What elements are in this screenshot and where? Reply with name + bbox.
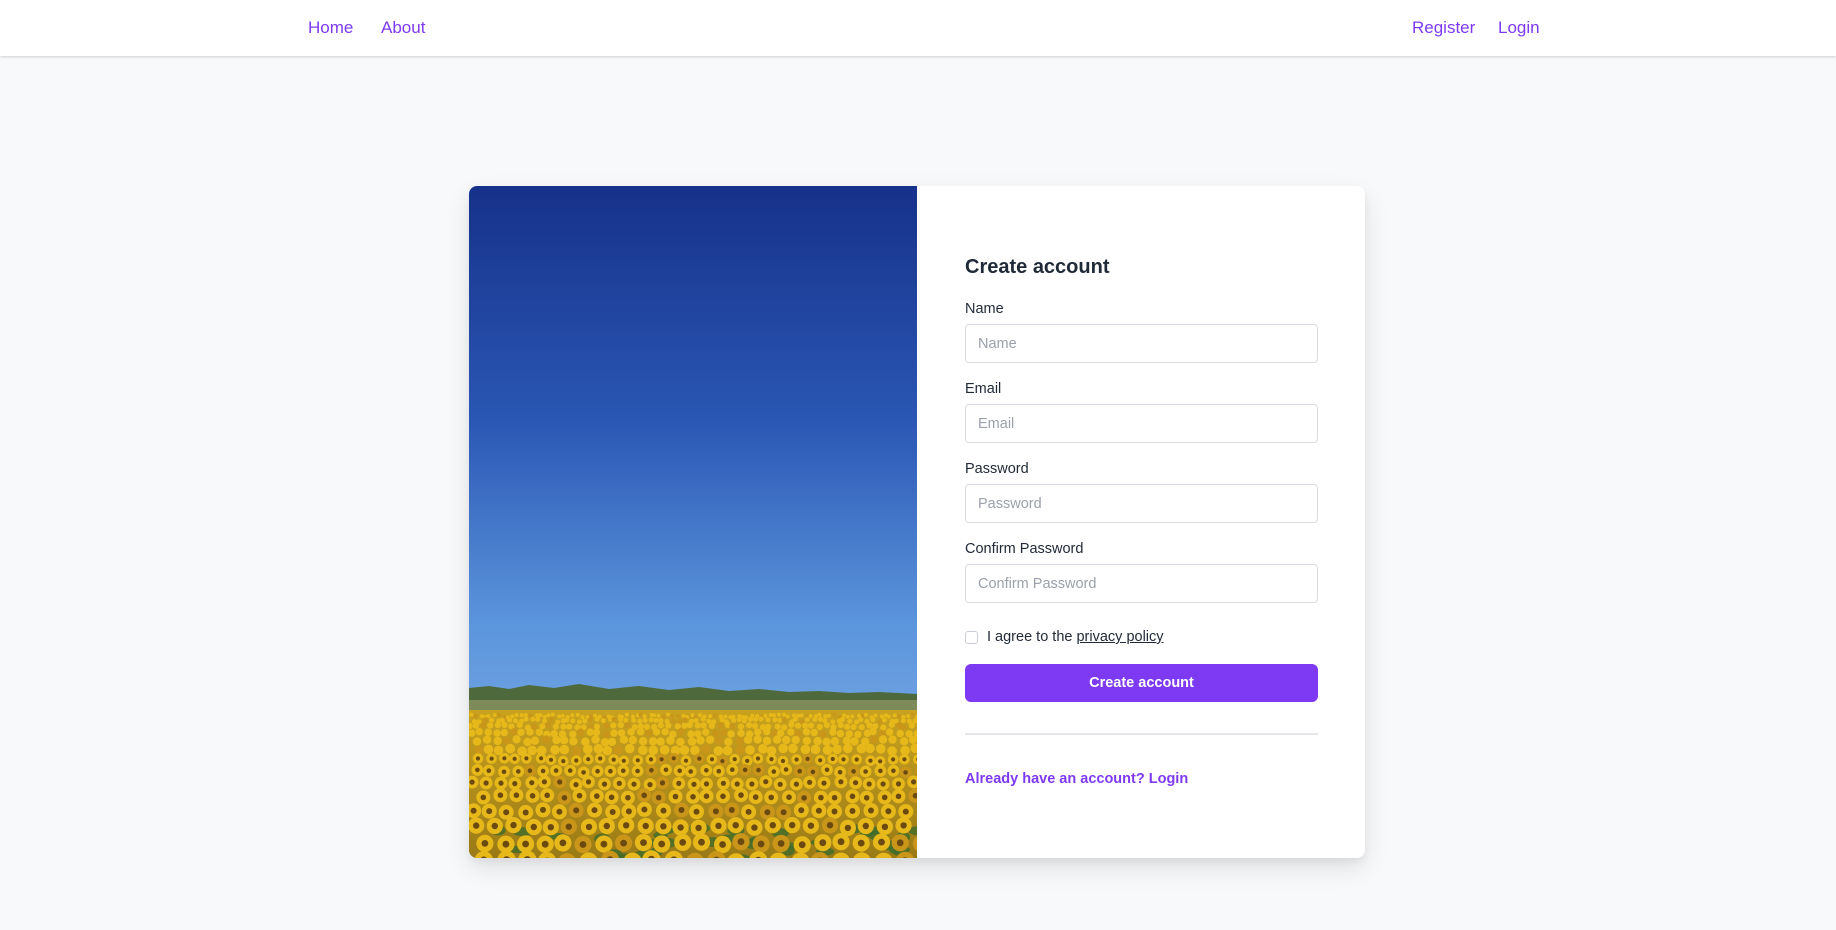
agree-prefix-text: I agree to the xyxy=(987,629,1077,645)
privacy-agreement-text: I agree to the privacy policy xyxy=(987,629,1164,645)
register-card: Create account Name Email Password Confi… xyxy=(469,186,1365,858)
login-link[interactable]: Already have an account? Login xyxy=(965,771,1188,787)
password-label: Password xyxy=(965,461,1029,477)
confirm-password-label: Confirm Password xyxy=(965,541,1084,557)
divider xyxy=(965,733,1318,735)
privacy-checkbox[interactable] xyxy=(965,631,978,644)
confirm-password-input[interactable] xyxy=(965,564,1318,603)
name-input[interactable] xyxy=(965,324,1318,363)
nav-about-link[interactable]: About xyxy=(381,18,425,38)
privacy-policy-link[interactable]: privacy policy xyxy=(1076,629,1163,645)
sunflower-field-image xyxy=(469,186,917,858)
nav-home-link[interactable]: Home xyxy=(308,18,353,38)
name-label: Name xyxy=(965,301,1004,317)
top-navbar: Home About Register Login xyxy=(0,0,1836,56)
email-input[interactable] xyxy=(965,404,1318,443)
register-form: Create account Name Email Password Confi… xyxy=(917,186,1365,858)
email-label: Email xyxy=(965,381,1002,397)
nav-register-link[interactable]: Register xyxy=(1412,18,1475,38)
password-input[interactable] xyxy=(965,484,1318,523)
create-account-button[interactable]: Create account xyxy=(965,664,1318,702)
form-title: Create account xyxy=(965,256,1110,278)
nav-login-link[interactable]: Login xyxy=(1498,18,1540,38)
